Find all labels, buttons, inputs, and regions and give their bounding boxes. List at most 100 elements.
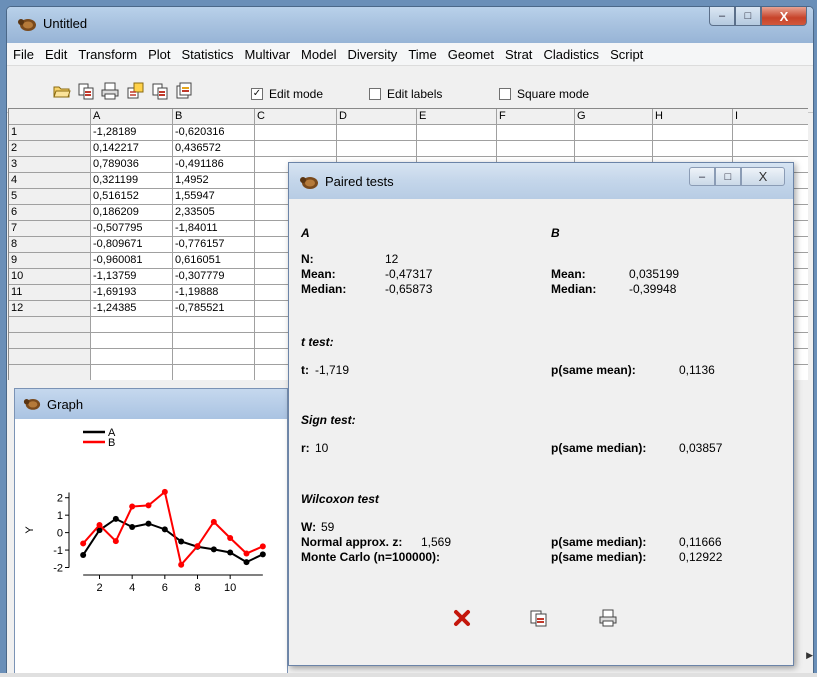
column-header-e[interactable]: E bbox=[417, 109, 497, 125]
table-cell[interactable]: -0,307779 bbox=[173, 269, 255, 285]
table-cell[interactable]: 0,186209 bbox=[91, 205, 173, 221]
table-cell[interactable]: -1,28189 bbox=[91, 125, 173, 141]
table-cell[interactable] bbox=[497, 141, 575, 157]
close-dialog-button[interactable] bbox=[449, 605, 475, 631]
menu-geomet[interactable]: Geomet bbox=[448, 47, 494, 62]
dialog-minimize-button[interactable]: – bbox=[689, 167, 715, 186]
row-header[interactable]: 4 bbox=[9, 173, 91, 189]
table-cell[interactable] bbox=[91, 349, 173, 365]
edit-mode-checkbox[interactable]: ✓ Edit mode bbox=[251, 87, 323, 101]
row-header[interactable]: 11 bbox=[9, 285, 91, 301]
column-header-g[interactable]: G bbox=[575, 109, 653, 125]
row-header[interactable]: 6 bbox=[9, 205, 91, 221]
table-cell[interactable]: 1,55947 bbox=[173, 189, 255, 205]
column-header-d[interactable]: D bbox=[337, 109, 417, 125]
table-cell[interactable] bbox=[733, 125, 808, 141]
menu-plot[interactable]: Plot bbox=[148, 47, 170, 62]
table-cell[interactable]: -0,776157 bbox=[173, 237, 255, 253]
table-cell[interactable] bbox=[255, 141, 337, 157]
open-folder-icon[interactable] bbox=[51, 80, 73, 102]
table-cell[interactable] bbox=[417, 141, 497, 157]
horizontal-scrollbar[interactable] bbox=[0, 673, 817, 677]
row-header[interactable]: 3 bbox=[9, 157, 91, 173]
table-cell[interactable]: -0,809671 bbox=[91, 237, 173, 253]
table-cell[interactable] bbox=[653, 125, 733, 141]
table-cell[interactable] bbox=[173, 349, 255, 365]
column-header-h[interactable]: H bbox=[653, 109, 733, 125]
menu-cladistics[interactable]: Cladistics bbox=[543, 47, 599, 62]
table-cell[interactable] bbox=[733, 141, 808, 157]
row-header[interactable] bbox=[9, 349, 91, 365]
table-cell[interactable]: 0,789036 bbox=[91, 157, 173, 173]
table-cell[interactable] bbox=[417, 125, 497, 141]
minimize-button[interactable]: – bbox=[709, 7, 735, 26]
column-header-i[interactable]: I bbox=[733, 109, 808, 125]
row-header[interactable]: 1 bbox=[9, 125, 91, 141]
copy-icon[interactable] bbox=[75, 80, 97, 102]
table-cell[interactable]: -1,19888 bbox=[173, 285, 255, 301]
menu-edit[interactable]: Edit bbox=[45, 47, 67, 62]
table-cell[interactable]: 0,436572 bbox=[173, 141, 255, 157]
print-icon[interactable] bbox=[99, 80, 121, 102]
table-cell[interactable] bbox=[91, 333, 173, 349]
square-mode-checkbox[interactable]: Square mode bbox=[499, 87, 589, 101]
table-cell[interactable]: 2,33505 bbox=[173, 205, 255, 221]
table-cell[interactable]: -0,960081 bbox=[91, 253, 173, 269]
row-header[interactable] bbox=[9, 317, 91, 333]
table-cell[interactable]: 0,321199 bbox=[91, 173, 173, 189]
main-titlebar[interactable]: Untitled – □ X bbox=[7, 7, 813, 43]
table-cell[interactable] bbox=[173, 365, 255, 380]
row-header[interactable] bbox=[9, 365, 91, 380]
row-header[interactable] bbox=[9, 333, 91, 349]
row-header[interactable]: 12 bbox=[9, 301, 91, 317]
table-cell[interactable]: 0,516152 bbox=[91, 189, 173, 205]
menu-diversity[interactable]: Diversity bbox=[347, 47, 397, 62]
row-header[interactable]: 5 bbox=[9, 189, 91, 205]
dialog-maximize-button[interactable]: □ bbox=[715, 167, 741, 186]
table-cell[interactable] bbox=[255, 125, 337, 141]
column-header-b[interactable]: B bbox=[173, 109, 255, 125]
table-cell[interactable]: 0,616051 bbox=[173, 253, 255, 269]
table-cell[interactable]: -1,69193 bbox=[91, 285, 173, 301]
menu-time[interactable]: Time bbox=[408, 47, 436, 62]
table-cell[interactable]: -1,84011 bbox=[173, 221, 255, 237]
menu-script[interactable]: Script bbox=[610, 47, 643, 62]
table-cell[interactable]: -0,785521 bbox=[173, 301, 255, 317]
paste-icon[interactable] bbox=[149, 80, 171, 102]
square-mode-check-box[interactable] bbox=[499, 88, 511, 100]
menu-file[interactable]: File bbox=[13, 47, 34, 62]
maximize-button[interactable]: □ bbox=[735, 7, 761, 26]
graph-titlebar[interactable]: Graph bbox=[15, 389, 287, 419]
copy-results-button[interactable] bbox=[525, 605, 551, 631]
edit-mode-check-box[interactable]: ✓ bbox=[251, 88, 263, 100]
table-cell[interactable]: -1,13759 bbox=[91, 269, 173, 285]
row-header[interactable]: 8 bbox=[9, 237, 91, 253]
export-icon[interactable] bbox=[173, 80, 195, 102]
menu-model[interactable]: Model bbox=[301, 47, 336, 62]
table-cell[interactable] bbox=[173, 333, 255, 349]
row-header[interactable]: 9 bbox=[9, 253, 91, 269]
table-cell[interactable] bbox=[91, 317, 173, 333]
sheet-corner[interactable] bbox=[9, 109, 91, 125]
table-cell[interactable] bbox=[497, 125, 575, 141]
edit-labels-checkbox[interactable]: Edit labels bbox=[369, 87, 442, 101]
table-cell[interactable]: -0,620316 bbox=[173, 125, 255, 141]
table-cell[interactable] bbox=[337, 125, 417, 141]
menu-statistics[interactable]: Statistics bbox=[182, 47, 234, 62]
table-cell[interactable] bbox=[337, 141, 417, 157]
table-cell[interactable] bbox=[653, 141, 733, 157]
menu-multivar[interactable]: Multivar bbox=[245, 47, 291, 62]
table-edit-icon[interactable] bbox=[125, 80, 147, 102]
table-cell[interactable] bbox=[575, 141, 653, 157]
menu-transform[interactable]: Transform bbox=[78, 47, 137, 62]
row-header[interactable]: 10 bbox=[9, 269, 91, 285]
close-button[interactable]: X bbox=[761, 7, 807, 26]
row-header[interactable]: 7 bbox=[9, 221, 91, 237]
scroll-right-icon[interactable]: ▶ bbox=[806, 650, 813, 661]
row-header[interactable]: 2 bbox=[9, 141, 91, 157]
table-cell[interactable]: 0,142217 bbox=[91, 141, 173, 157]
table-cell[interactable] bbox=[575, 125, 653, 141]
table-cell[interactable]: -0,507795 bbox=[91, 221, 173, 237]
dialog-close-button[interactable]: X bbox=[741, 167, 785, 186]
table-cell[interactable] bbox=[91, 365, 173, 380]
